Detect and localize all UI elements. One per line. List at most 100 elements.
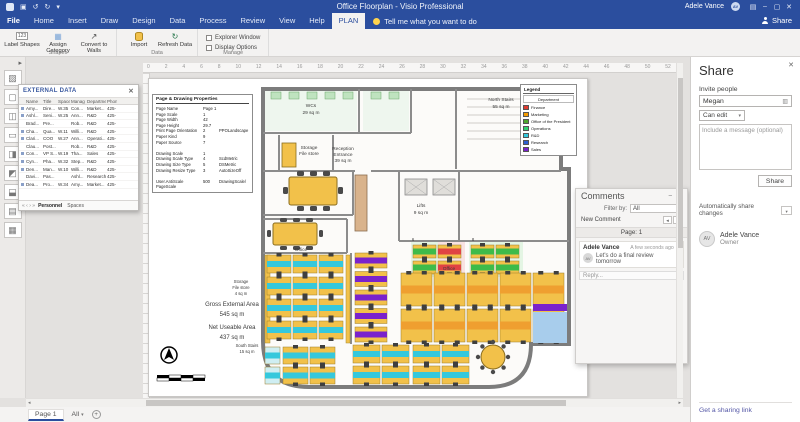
svg-text:9 sq m: 9 sq m bbox=[414, 210, 428, 216]
comments-filter-dropdown[interactable]: All ▾ bbox=[630, 204, 682, 213]
tab-view[interactable]: View bbox=[272, 13, 302, 29]
external-data-row[interactable]: Amy...Dire...W.35Con...Market...425- bbox=[19, 105, 138, 113]
tab-review[interactable]: Review bbox=[234, 13, 273, 29]
get-sharing-link[interactable]: Get a sharing link bbox=[699, 402, 792, 414]
tab-design[interactable]: Design bbox=[125, 13, 162, 29]
undo-icon[interactable]: ↺ bbox=[33, 3, 39, 11]
maximize-icon[interactable]: ▢ bbox=[771, 3, 783, 11]
share-button-top[interactable]: Share bbox=[762, 16, 792, 25]
external-data-row[interactable]: Cha...Qua...W.11Willi...R&D425- bbox=[19, 128, 138, 136]
external-data-row[interactable]: Dea...Pro...W.34Amy...Market...425- bbox=[19, 181, 138, 189]
svg-text:Net Useable Area: Net Useable Area bbox=[208, 325, 256, 331]
user-avatar[interactable]: AV bbox=[731, 2, 740, 11]
window-title: Office Floorplan - Visio Professional bbox=[0, 2, 800, 11]
address-book-icon[interactable]: ▥ bbox=[782, 98, 788, 105]
scroll-right-icon[interactable]: ▸ bbox=[678, 400, 681, 406]
tab-process[interactable]: Process bbox=[192, 13, 233, 29]
explorer-window-checkbox[interactable]: Explorer Window bbox=[206, 35, 260, 41]
comment-text: Let's do a final review tomorrow bbox=[596, 253, 680, 265]
page-tab[interactable]: Page 1 bbox=[28, 409, 64, 421]
legend-swatch bbox=[523, 112, 529, 117]
comment-card[interactable]: Adele Vance A few seconds ago ✕ AV Let's… bbox=[579, 241, 684, 268]
status-bar: Page 1 All ▾ + bbox=[0, 407, 690, 422]
title-bar: ▣ ↺ ↻ ▾ Office Floorplan - Visio Profession… bbox=[0, 0, 800, 13]
checkbox-icon bbox=[206, 35, 212, 41]
minimize-icon[interactable]: – bbox=[759, 3, 771, 11]
tab-draw[interactable]: Draw bbox=[94, 13, 126, 29]
add-page-button[interactable]: + bbox=[92, 410, 101, 419]
svg-text:Office: Office bbox=[295, 247, 308, 253]
redo-icon[interactable]: ↻ bbox=[45, 3, 51, 11]
invite-people-input[interactable]: Megan ▥ bbox=[699, 95, 792, 107]
close-icon[interactable]: ✕ bbox=[788, 61, 794, 69]
comment-avatar: AV bbox=[583, 253, 593, 263]
external-data-tab-personnel[interactable]: Personnel bbox=[38, 203, 62, 209]
record-nav-icons[interactable]: « ‹ › » bbox=[22, 203, 35, 209]
legend-item: Office of the President bbox=[523, 118, 574, 125]
external-data-row[interactable]: Ashl...Seni...W.25Ann...R&D425- bbox=[19, 113, 138, 121]
tab-file[interactable]: File bbox=[0, 13, 27, 29]
svg-text:File store: File store bbox=[299, 151, 319, 157]
message-input[interactable]: Include a message (optional) bbox=[699, 124, 792, 170]
new-comment-button[interactable]: New Comment bbox=[581, 217, 621, 223]
signed-in-user[interactable]: Adele Vance bbox=[685, 3, 724, 10]
external-data-row[interactable]: Con...VP S...W.19Tha...Sales425- bbox=[19, 151, 138, 159]
reply-input[interactable]: Reply... bbox=[579, 271, 684, 280]
auto-share-label: Automatically share changes bbox=[699, 203, 778, 217]
comment-timestamp: A few seconds ago bbox=[630, 245, 674, 251]
svg-text:Reception: Reception bbox=[332, 146, 354, 152]
ribbon-options-icon[interactable]: ▤ bbox=[747, 3, 759, 11]
legend-swatch bbox=[523, 119, 529, 124]
external-data-row[interactable]: Davi...Pas...Ashl...Research425- bbox=[19, 173, 138, 181]
vertical-scrollbar-thumb[interactable] bbox=[678, 78, 683, 248]
close-icon[interactable]: ✕ bbox=[128, 87, 134, 95]
minimize-icon[interactable]: – bbox=[669, 193, 672, 200]
linked-shape-icon bbox=[21, 152, 24, 155]
tab-home[interactable]: Home bbox=[27, 13, 61, 29]
external-data-row[interactable]: Clau...Post...Rob...R&D425- bbox=[19, 143, 138, 151]
tab-insert[interactable]: Insert bbox=[61, 13, 94, 29]
refresh-data-button[interactable]: ↻Refresh Data bbox=[157, 30, 193, 48]
tab-data[interactable]: Data bbox=[163, 13, 193, 29]
department-legend: Legend Department FinanceMarketingOffice… bbox=[520, 84, 577, 156]
auto-share-dropdown[interactable]: ▾ bbox=[781, 206, 792, 215]
legend-subtitle: Department bbox=[523, 95, 574, 103]
permission-dropdown[interactable]: Can edit ▾ bbox=[699, 110, 745, 121]
linked-shape-icon bbox=[21, 114, 24, 117]
svg-text:Storage: Storage bbox=[301, 145, 318, 151]
filter-by-label: Filter by: bbox=[604, 206, 627, 212]
close-icon[interactable]: ✕ bbox=[783, 3, 795, 11]
svg-text:39 sq m: 39 sq m bbox=[334, 158, 351, 164]
share-submit-button[interactable]: Share bbox=[758, 175, 792, 187]
assign-category-icon: ▦ bbox=[54, 32, 62, 41]
tell-me-box[interactable]: Tell me what you want to do bbox=[365, 13, 485, 29]
svg-text:Storage: Storage bbox=[234, 279, 249, 284]
import-button[interactable]: Import bbox=[121, 30, 157, 48]
share-pane: Share ✕ Invite people Megan ▥ Can edit ▾… bbox=[690, 57, 800, 422]
plant-shape-icon[interactable]: ▦ bbox=[4, 222, 22, 238]
pages-dropdown[interactable]: All ▾ bbox=[72, 411, 84, 418]
owner-avatar: AV bbox=[699, 231, 715, 247]
external-data-row[interactable]: Den...Man...W.10Willi...R&D425- bbox=[19, 166, 138, 174]
horizontal-scrollbar-thumb[interactable] bbox=[146, 400, 566, 406]
qat-customize-icon[interactable]: ▾ bbox=[56, 3, 60, 11]
expand-shapes-icon[interactable]: ▸ bbox=[18, 59, 22, 67]
tab-plan[interactable]: PLAN bbox=[332, 13, 366, 29]
external-data-row[interactable]: Clari...COOW.27Ann...Operati...425- bbox=[19, 135, 138, 143]
horizontal-scrollbar[interactable]: ◂ ▸ bbox=[26, 398, 683, 407]
previous-comment-button[interactable]: ◂ bbox=[663, 216, 672, 224]
external-data-tab-spaces[interactable]: Spaces bbox=[67, 203, 84, 209]
scroll-left-icon[interactable]: ◂ bbox=[28, 400, 31, 406]
vertical-scrollbar[interactable] bbox=[676, 63, 683, 398]
tab-help[interactable]: Help bbox=[302, 13, 331, 29]
external-data-row[interactable]: Brad...Pre...Rob...R&D425- bbox=[19, 120, 138, 128]
legend-item: Marketing bbox=[523, 111, 574, 118]
quick-access-toolbar[interactable]: ▣ ↺ ↻ ▾ bbox=[0, 3, 60, 11]
person-icon bbox=[762, 17, 769, 24]
svg-text:15 sq m: 15 sq m bbox=[240, 349, 255, 354]
save-icon[interactable]: ▣ bbox=[20, 3, 27, 11]
external-data-row[interactable]: Cyn...Pha...W.32Step...R&D425- bbox=[19, 158, 138, 166]
label-shapes-button[interactable]: 123Label Shapes bbox=[4, 30, 40, 48]
svg-text:29 sq m: 29 sq m bbox=[302, 110, 319, 116]
properties-title: Page & Drawing Properties bbox=[156, 97, 249, 104]
